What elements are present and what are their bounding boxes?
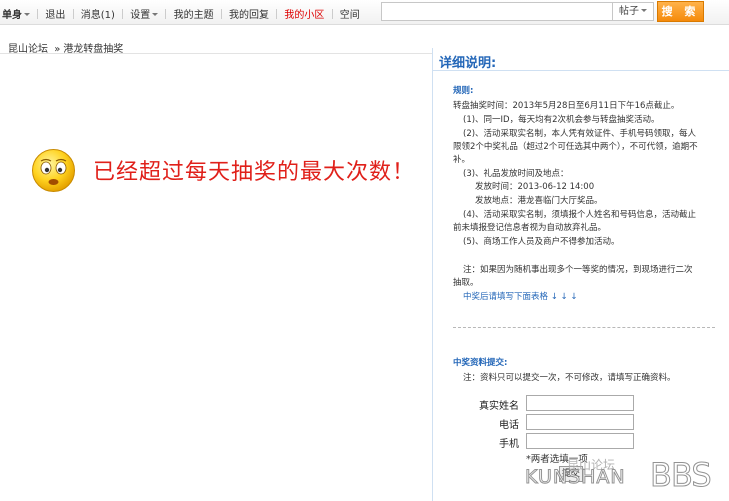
details-panel: 详细说明: 规则: 转盘抽奖时间：2013年5月28日至6月11日下午16点截止… <box>432 48 729 501</box>
rule-line: 发放时间：2013-06-12 14:00 <box>475 182 595 192</box>
search-type-select[interactable]: 帖子 <box>612 2 654 21</box>
fill-form-hint: 中奖后请填写下面表格 ↓ ↓ ↓ <box>463 292 578 302</box>
divider <box>72 9 74 19</box>
limit-reached-message: 已经超过每天抽奖的最大次数！ <box>93 160 416 185</box>
nav-my-replies[interactable]: 我的回复 <box>229 6 269 21</box>
divider <box>331 9 333 19</box>
nav-space[interactable]: 空间 <box>340 6 360 21</box>
rule-line: (1)、同一ID，每天均有2次机会参与转盘抽奖活动。 <box>463 115 660 125</box>
divider <box>276 9 278 19</box>
rule-line: (3)、礼品发放时间及地点： <box>463 169 569 179</box>
note-line: 注：如果因为随机事出现多个一等奖的情况，到现场进行二次 <box>463 265 693 275</box>
sad-face-icon <box>32 149 75 192</box>
watermark-bbs: BBS <box>650 456 713 495</box>
rule-line: (2)、活动采取实名制，本人凭有效证件、手机号码领取，每人 <box>463 129 697 139</box>
divider <box>0 53 432 54</box>
chevron-down-icon[interactable] <box>152 13 159 16</box>
chevron-down-icon[interactable] <box>24 13 30 16</box>
divider <box>37 9 39 19</box>
phone-field[interactable] <box>526 414 634 430</box>
rule-line: 转盘抽奖时间：2013年5月28日至6月11日下午16点截止。 <box>453 101 680 111</box>
divider <box>453 327 715 328</box>
nav-username[interactable]: 单身 <box>2 6 22 21</box>
submit-note: 注：资料只可以提交一次，不可修改，请填写正确资料。 <box>463 373 676 383</box>
rule-line: (4)、活动采取实名制，须填报个人姓名和号码信息，活动截止 <box>463 210 697 220</box>
chevron-down-icon <box>641 9 647 12</box>
user-nav: 单身 退出 消息(1) 设置 我的主题 我的回复 我的小区 空间 <box>2 6 360 21</box>
mobile-label: 手机 <box>499 439 519 450</box>
nav-logout[interactable]: 退出 <box>45 6 65 21</box>
divider <box>220 9 222 19</box>
phone-label: 电话 <box>499 420 519 431</box>
note-line: 抽取。 <box>453 278 479 288</box>
search-type-label: 帖子 <box>619 6 639 17</box>
search-button[interactable]: 搜 索 <box>657 1 704 22</box>
rule-line: 发放地点：港龙喜临门大厅奖品。 <box>475 196 603 206</box>
rule-line: 限领2个中奖礼品（超过2个可任选其中两个），不可代领，逾期不 <box>453 142 698 152</box>
nav-settings[interactable]: 设置 <box>130 6 150 21</box>
rules-heading: 规则: <box>453 86 474 96</box>
name-label: 真实姓名 <box>479 401 519 412</box>
name-field[interactable] <box>526 395 634 411</box>
rule-line: 前未填报登记信息者视为自动放弃礼品。 <box>453 223 607 233</box>
divider <box>165 9 167 19</box>
top-toolbar: 单身 退出 消息(1) 设置 我的主题 我的回复 我的小区 空间 帖子 搜 索 <box>0 0 729 25</box>
rule-line: (5)、商场工作人员及商户不得参加活动。 <box>463 237 620 247</box>
submit-heading: 中奖资料提交: <box>453 358 508 368</box>
mobile-field[interactable] <box>526 433 634 449</box>
divider <box>122 9 124 19</box>
nav-my-topics[interactable]: 我的主题 <box>174 6 214 21</box>
nav-messages[interactable]: 消息(1) <box>81 6 115 21</box>
watermark-en: KUNSHAN <box>525 466 626 489</box>
rule-line: 补。 <box>453 155 471 165</box>
search-input[interactable] <box>381 2 613 21</box>
panel-title: 详细说明: <box>439 56 497 71</box>
divider <box>433 70 729 71</box>
nav-my-community[interactable]: 我的小区 <box>284 6 324 21</box>
